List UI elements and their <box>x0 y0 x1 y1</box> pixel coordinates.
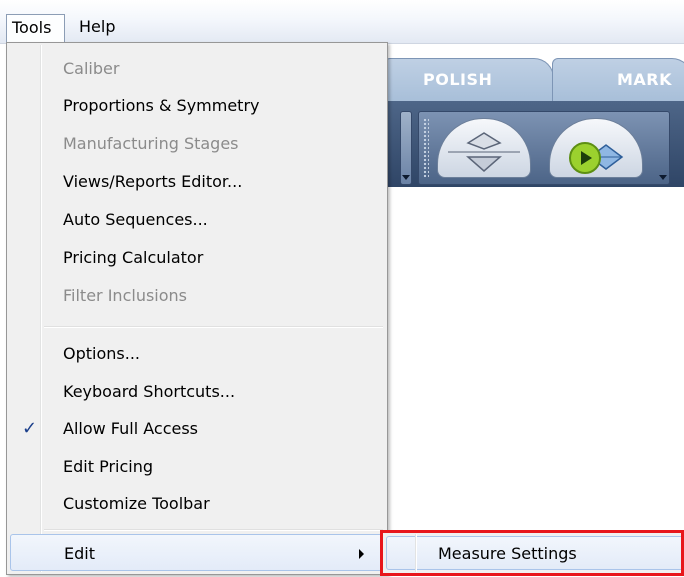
menu-tools[interactable]: Tools <box>6 14 65 42</box>
toolbar-group-left <box>400 111 412 185</box>
menu-item-manufacturing-stages[interactable]: Manufacturing Stages <box>9 125 385 162</box>
menu-item-label: Options... <box>63 344 140 363</box>
menu-item-caliber[interactable]: Caliber <box>9 50 385 87</box>
menu-item-label: Customize Toolbar <box>63 494 210 513</box>
menu-item-label: Auto Sequences... <box>63 210 208 229</box>
toolbar-group-main <box>418 111 670 185</box>
menu-item-label: Allow Full Access <box>63 419 199 438</box>
tab-strip: POLISH MARK <box>384 58 684 101</box>
menu-item-label: Filter Inclusions <box>63 286 187 305</box>
checkmark-icon: ✓ <box>22 418 38 439</box>
toolbar <box>384 101 684 187</box>
menu-item-pricing-calculator[interactable]: Pricing Calculator <box>9 239 385 276</box>
grip-handle-icon[interactable] <box>423 118 429 178</box>
menu-item-measure-settings[interactable]: Measure Settings <box>386 536 684 570</box>
dropdown-arrow-icon[interactable] <box>402 175 410 180</box>
edit-submenu: Measure Settings <box>381 531 684 575</box>
menu-item-label: Proportions & Symmetry <box>63 96 260 115</box>
diamond-view-icon <box>448 132 520 172</box>
menu-gutter <box>415 534 417 572</box>
tab-mark[interactable]: MARK <box>552 58 684 101</box>
menu-item-label: Views/Reports Editor... <box>63 172 243 191</box>
menu-item-label: Edit <box>64 544 95 563</box>
tools-menu: Caliber Proportions & Symmetry Manufactu… <box>6 42 388 575</box>
menu-item-label: Pricing Calculator <box>63 248 204 267</box>
diamond-view-button[interactable] <box>437 118 531 178</box>
menu-item-options[interactable]: Options... <box>9 335 385 372</box>
menu-item-allow-full-access[interactable]: ✓ Allow Full Access <box>9 410 385 447</box>
play-icon[interactable] <box>569 142 601 174</box>
menu-bar: Tools Help <box>0 0 684 44</box>
tab-polish[interactable]: POLISH <box>384 58 554 101</box>
menu-item-proportions-symmetry[interactable]: Proportions & Symmetry <box>9 87 385 124</box>
menu-item-filter-inclusions[interactable]: Filter Inclusions <box>9 277 385 314</box>
menu-separator <box>44 529 383 531</box>
menu-item-label: Manufacturing Stages <box>63 134 239 153</box>
menu-item-customize-toolbar[interactable]: Customize Toolbar <box>9 485 385 522</box>
menu-item-label: Measure Settings <box>438 544 577 563</box>
menu-item-keyboard-shortcuts[interactable]: Keyboard Shortcuts... <box>9 373 385 410</box>
menu-item-edit-pricing[interactable]: Edit Pricing <box>9 448 385 485</box>
menu-help[interactable]: Help <box>74 15 120 39</box>
menu-item-edit[interactable]: Edit <box>10 534 383 571</box>
submenu-arrow-icon <box>359 549 364 559</box>
menu-separator <box>44 326 383 328</box>
menu-item-label: Keyboard Shortcuts... <box>63 382 236 401</box>
menu-item-label: Caliber <box>63 59 120 78</box>
dropdown-arrow-icon[interactable] <box>659 175 667 180</box>
menu-item-auto-sequences[interactable]: Auto Sequences... <box>9 201 385 238</box>
menu-item-label: Edit Pricing <box>63 457 153 476</box>
menu-item-views-reports-editor[interactable]: Views/Reports Editor... <box>9 163 385 200</box>
